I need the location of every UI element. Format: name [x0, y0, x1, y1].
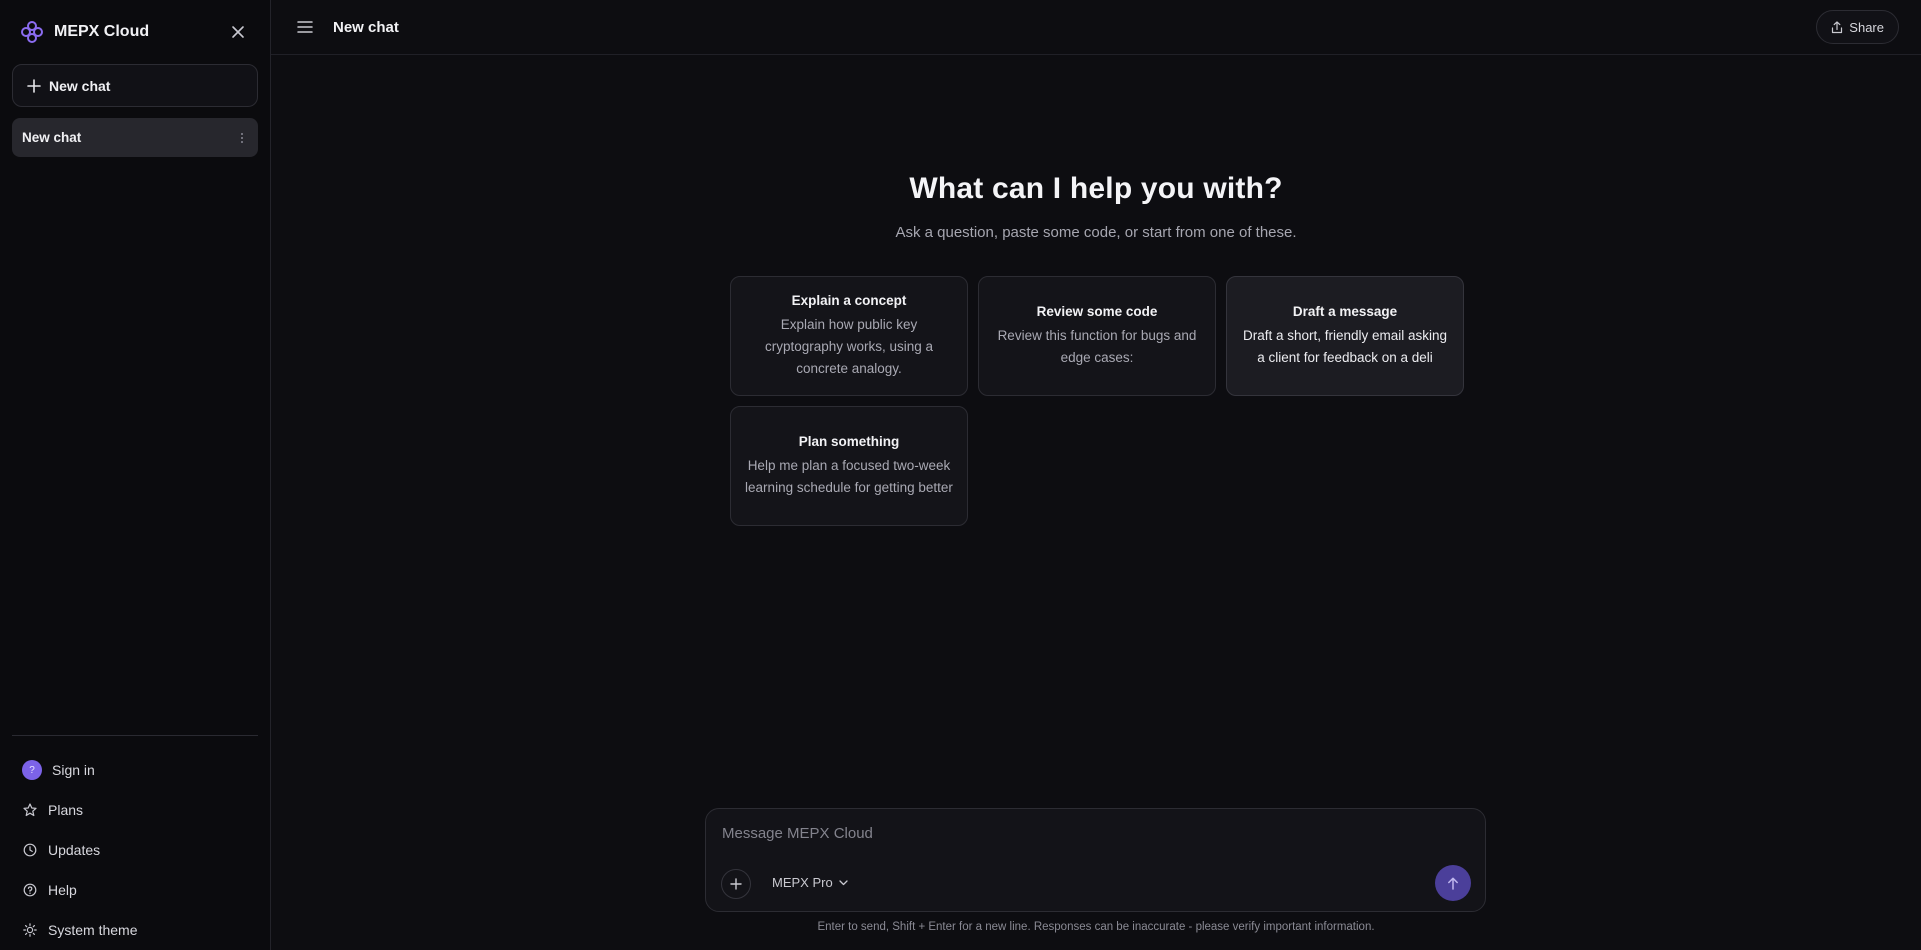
app-name: MEPX Cloud — [54, 23, 150, 40]
suggestion-card-plan[interactable]: Plan something Help me plan a focused tw… — [730, 406, 968, 526]
suggestion-title: Explain a concept — [791, 292, 907, 308]
theme-label: System theme — [48, 922, 138, 938]
hero-subtitle: Ask a question, paste some code, or star… — [895, 224, 1297, 241]
share-button[interactable]: Share — [1816, 10, 1899, 44]
arrow-up-icon — [1448, 877, 1458, 890]
close-sidebar-button[interactable] — [226, 20, 250, 44]
history-item[interactable]: New chat — [12, 118, 258, 157]
share-label: Share — [1849, 19, 1884, 35]
hero-title: What can I help you with? — [909, 172, 1283, 205]
menu-icon — [297, 21, 313, 33]
suggestion-title: Draft a message — [1292, 303, 1398, 319]
plus-icon — [27, 78, 41, 93]
suggestion-body: Help me plan a focused two-week learning… — [745, 457, 953, 495]
more-options-button[interactable] — [234, 130, 250, 146]
sun-icon — [22, 922, 38, 938]
updates-link[interactable]: Updates — [12, 830, 258, 870]
help-link[interactable]: Help — [12, 870, 258, 910]
sign-in-link[interactable]: ? Sign in — [12, 750, 258, 790]
help-circle-icon — [22, 882, 38, 898]
suggestion-title: Plan something — [798, 433, 900, 449]
suggestion-card-review[interactable]: Review some code Review this function fo… — [978, 276, 1216, 396]
plus-icon — [730, 878, 742, 890]
suggestion-body: Explain how public key cryptography work… — [764, 316, 934, 376]
clock-icon — [22, 842, 38, 858]
history-item-label: New chat — [22, 130, 82, 145]
new-chat-label: New chat — [49, 77, 111, 94]
message-input[interactable] — [722, 825, 1422, 842]
mepx-logo-icon — [21, 21, 43, 43]
main-panel: New chat Share What can I help you with?… — [271, 0, 1921, 950]
send-button[interactable] — [1435, 865, 1471, 901]
model-selector[interactable]: MEPX Pro — [772, 875, 848, 890]
welcome-hero: What can I help you with? Ask a question… — [271, 172, 1921, 241]
suggestion-title: Review some code — [1036, 303, 1158, 319]
app-root: MEPX Cloud New chat New chat ? Sign in P… — [0, 0, 1921, 950]
top-bar: New chat Share — [271, 0, 1921, 55]
page-title: New chat — [333, 18, 399, 36]
plans-label: Plans — [48, 802, 84, 818]
brand-header: MEPX Cloud — [0, 0, 270, 64]
avatar: ? — [22, 760, 42, 780]
help-label: Help — [48, 882, 77, 898]
suggestion-grid: Explain a concept Explain how public key… — [730, 276, 1470, 526]
message-composer: MEPX Pro — [705, 808, 1486, 912]
sidebar: MEPX Cloud New chat New chat ? Sign in P… — [0, 0, 271, 950]
attach-button[interactable] — [721, 869, 751, 899]
suggestion-card-explain[interactable]: Explain a concept Explain how public key… — [730, 276, 968, 396]
menu-button[interactable] — [295, 17, 315, 37]
model-label: MEPX Pro — [772, 875, 833, 890]
plans-link[interactable]: Plans — [12, 790, 258, 830]
suggestion-body: Draft a short, friendly email asking a c… — [1242, 327, 1448, 365]
theme-toggle[interactable]: System theme — [12, 910, 258, 950]
sign-in-label: Sign in — [52, 762, 95, 778]
suggestion-card-draft[interactable]: Draft a message Draft a short, friendly … — [1226, 276, 1464, 396]
share-icon — [1832, 20, 1843, 33]
close-icon — [232, 26, 244, 38]
updates-label: Updates — [48, 842, 101, 858]
more-vertical-icon — [241, 132, 243, 143]
star-icon — [22, 802, 38, 818]
sidebar-footer: ? Sign in Plans Updates Help System them… — [12, 735, 258, 950]
suggestion-body: Review this function for bugs and edge c… — [997, 327, 1197, 365]
chevron-down-icon — [839, 879, 848, 885]
disclaimer-text: Enter to send, Shift + Enter for a new l… — [817, 921, 1375, 933]
new-chat-button[interactable]: New chat — [12, 64, 258, 107]
